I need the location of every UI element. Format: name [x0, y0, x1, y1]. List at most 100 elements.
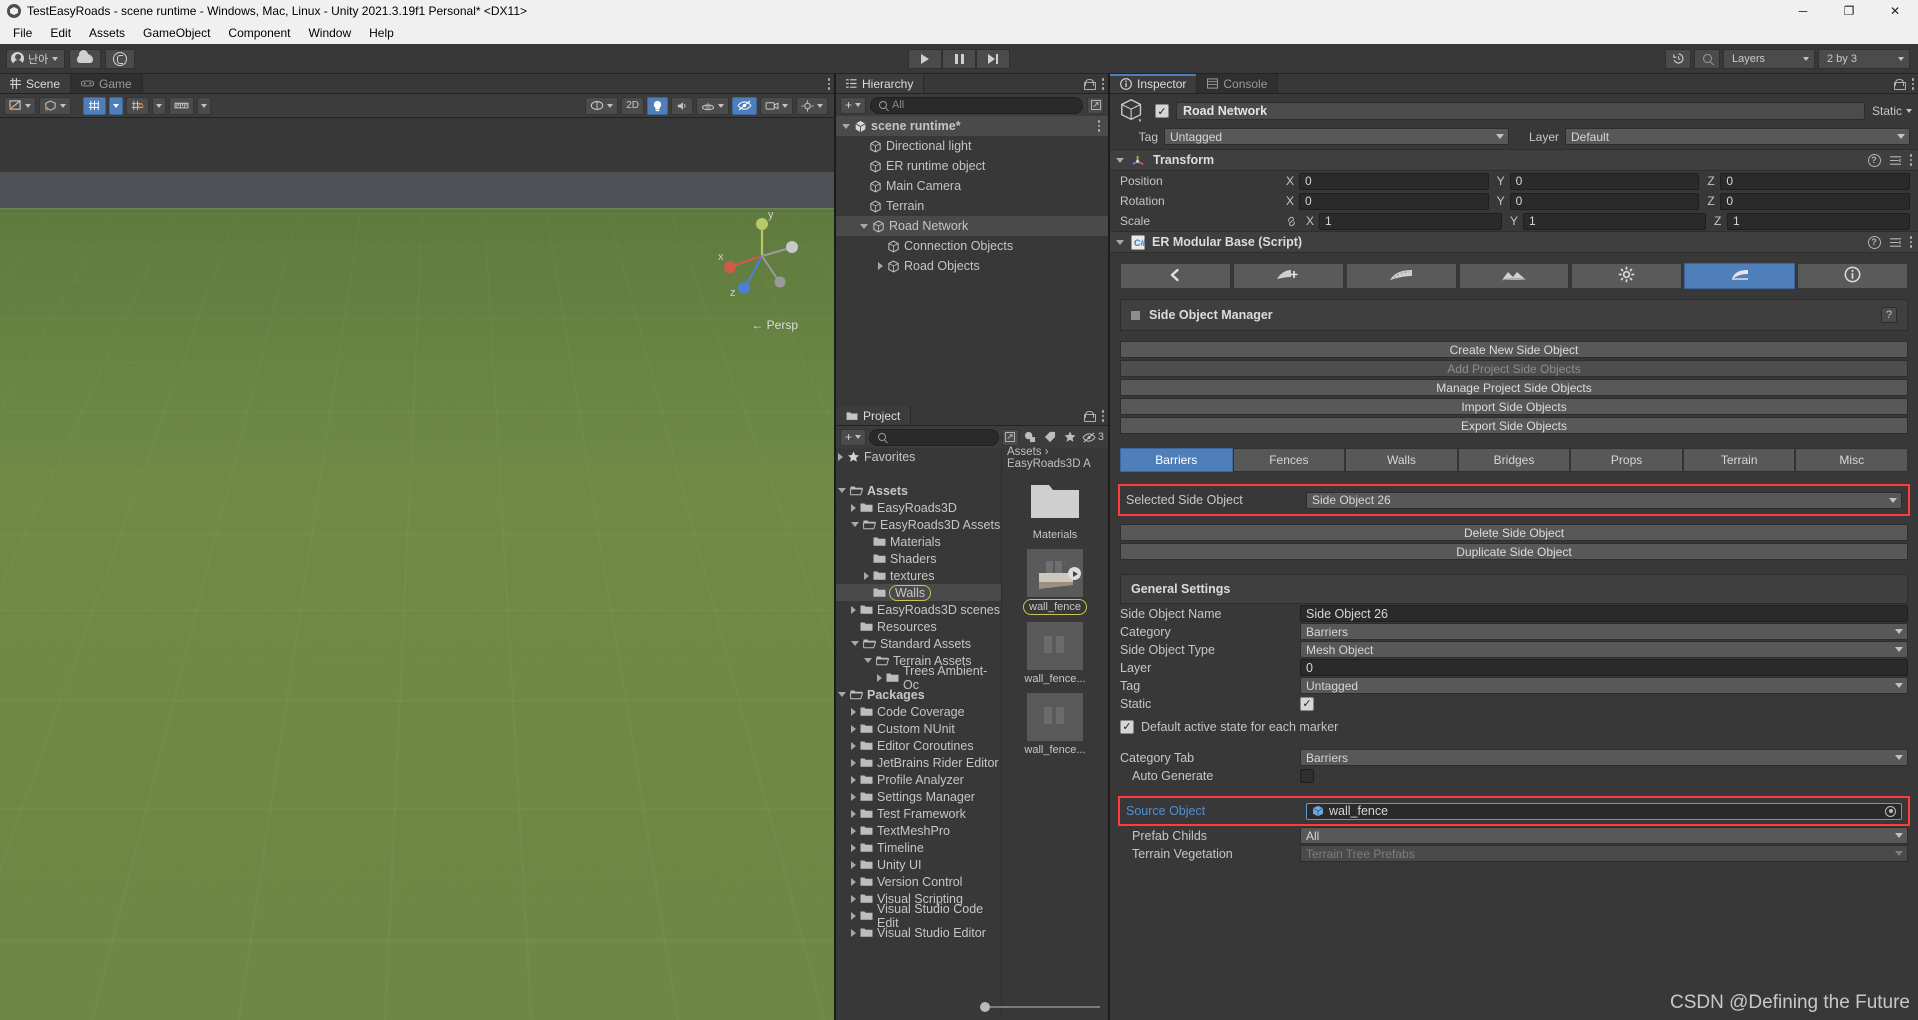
asset-tile-wall-fence[interactable]: wall_fence [1020, 549, 1090, 615]
expand-arrow-icon[interactable] [851, 877, 856, 886]
label-filter-button[interactable] [1042, 429, 1059, 446]
kebab-menu-icon[interactable] [1101, 410, 1104, 422]
category-tab-fences[interactable]: Fences [1232, 448, 1346, 472]
transform-scale-x[interactable]: X1 [1306, 212, 1502, 230]
layers-dropdown[interactable]: Layers [1723, 48, 1815, 69]
er-toolbar-info-icon[interactable] [1797, 263, 1909, 289]
project-folder-easyroads3d-scenes[interactable]: EasyRoads3D scenes [836, 601, 1001, 618]
hierarchy-item-er-runtime-object[interactable]: ER runtime object [836, 156, 1108, 176]
project-folder-materials[interactable]: Materials [836, 533, 1001, 550]
lock-icon[interactable] [1083, 78, 1096, 90]
asset-tile-wall-fence-[interactable]: wall_fence... [1020, 693, 1090, 756]
hidden-assets-indicator[interactable]: 3 [1082, 431, 1104, 443]
manage-project-side-objects-button[interactable]: Manage Project Side Objects [1120, 379, 1908, 396]
category-tab-misc[interactable]: Misc [1795, 448, 1909, 472]
project-folder-standard-assets[interactable]: Standard Assets [836, 635, 1001, 652]
tab-console[interactable]: Console [1197, 74, 1279, 93]
project-folder-tree[interactable]: Favorites Assets EasyRoads3D EasyRoads3D As… [836, 448, 1001, 1018]
expand-arrow-icon[interactable] [878, 262, 883, 270]
side-object-category-tabs[interactable]: Barriers Fences Walls Bridges Props Terrain Mi… [1120, 448, 1909, 472]
axis-input-y[interactable]: 1 [1523, 212, 1706, 230]
expand-arrow-icon[interactable] [851, 741, 856, 750]
axis-input-y[interactable]: 0 [1509, 172, 1700, 190]
project-folder-easyroads3d[interactable]: EasyRoads3D [836, 499, 1001, 516]
static-checkbox[interactable]: ✓ [1300, 696, 1314, 711]
scale-tool-button[interactable] [9, 346, 33, 368]
snap-increment-toggle[interactable] [126, 96, 149, 115]
project-folder-resources[interactable]: Resources [836, 618, 1001, 635]
collapse-arrow-icon[interactable] [1116, 239, 1124, 245]
expand-arrow-icon[interactable] [851, 826, 856, 835]
lock-icon[interactable] [1083, 410, 1096, 422]
tag-dropdown[interactable]: Untagged [1300, 677, 1908, 694]
expand-arrow-icon[interactable] [838, 692, 846, 697]
tab-hierarchy[interactable]: Hierarchy [836, 74, 925, 93]
gameobject-enabled-checkbox[interactable]: ✓ [1155, 104, 1169, 118]
layer-input[interactable]: 0 [1300, 659, 1908, 676]
tag-dropdown[interactable]: Untagged [1164, 128, 1509, 145]
project-folder-textures[interactable]: textures [836, 567, 1001, 584]
expand-arrow-icon[interactable] [851, 894, 856, 903]
expand-arrow-icon[interactable] [842, 123, 850, 129]
expand-arrow-icon[interactable] [877, 673, 882, 682]
transform-scale-y[interactable]: Y1 [1510, 212, 1706, 230]
side-object-name-input[interactable]: Side Object 26 [1300, 605, 1908, 622]
category-tab-bridges[interactable]: Bridges [1457, 448, 1571, 472]
hierarchy-add-button[interactable]: + [840, 96, 867, 114]
expand-arrow-icon[interactable] [864, 658, 872, 663]
expand-arrow-icon[interactable] [851, 503, 856, 512]
search-button[interactable] [1694, 48, 1720, 69]
project-expand-button[interactable] [1001, 428, 1019, 446]
static-toggle[interactable]: Static [1872, 104, 1912, 118]
er-modular-base-header[interactable]: C# ER Modular Base (Script) ? [1110, 231, 1918, 253]
project-folder-favorites[interactable]: Favorites [836, 448, 1001, 465]
axis-input-x[interactable]: 1 [1319, 212, 1502, 230]
project-folder-test-framework[interactable]: Test Framework [836, 805, 1001, 822]
tab-scene[interactable]: Scene [0, 74, 72, 93]
prefab-childs-dropdown[interactable]: All [1300, 827, 1908, 844]
default-active-checkbox[interactable]: ✓ [1120, 719, 1134, 734]
rect-tool-button[interactable] [9, 368, 33, 390]
gizmos-toggle[interactable] [796, 96, 828, 115]
scene-audio-toggle[interactable] [671, 96, 693, 115]
kebab-menu-icon[interactable] [1101, 78, 1104, 90]
play-button[interactable] [908, 48, 942, 69]
expand-arrow-icon[interactable] [851, 758, 856, 767]
expand-arrow-icon[interactable] [851, 911, 856, 920]
hand-tool-button[interactable] [9, 280, 33, 302]
kebab-menu-icon[interactable] [1911, 78, 1914, 90]
tab-project[interactable]: Project [836, 406, 912, 425]
expand-arrow-icon[interactable] [851, 724, 856, 733]
layer-dropdown[interactable]: Default [1565, 128, 1910, 145]
kebab-menu-icon[interactable] [1909, 154, 1912, 166]
expand-arrow-icon[interactable] [851, 928, 856, 937]
project-folder-version-control[interactable]: Version Control [836, 873, 1001, 890]
breadcrumb[interactable]: Assets › EasyRoads3D A [1002, 446, 1108, 470]
scene-lighting-toggle[interactable] [647, 96, 668, 115]
transform-rotation-y[interactable]: Y0 [1497, 192, 1700, 210]
asset-zoom-slider[interactable] [980, 1000, 1100, 1014]
draw-mode-dropdown[interactable] [39, 96, 71, 115]
project-folder-trees-ambient-oc[interactable]: Trees Ambient-Oc [836, 664, 1001, 692]
scene-camera-button[interactable] [760, 96, 793, 115]
ruler-toggle[interactable] [169, 96, 194, 115]
minimize-button[interactable]: ─ [1780, 0, 1826, 22]
transform-rotation-z[interactable]: Z0 [1707, 192, 1911, 210]
menu-item-gameobject[interactable]: GameObject [134, 24, 219, 42]
hierarchy-item-main-camera[interactable]: Main Camera [836, 176, 1108, 196]
object-picker-icon[interactable] [1885, 805, 1896, 817]
grid-snap-toggle[interactable] [83, 96, 106, 115]
cloud-services-button[interactable] [69, 48, 102, 69]
menu-item-file[interactable]: File [4, 24, 41, 42]
ruler-dropdown[interactable] [197, 96, 211, 115]
import-side-objects-button[interactable]: Import Side Objects [1120, 398, 1908, 415]
source-object-label[interactable]: Source Object [1126, 804, 1306, 818]
help-icon[interactable]: ? [1867, 235, 1881, 249]
project-folder-profile-analyzer[interactable]: Profile Analyzer [836, 771, 1001, 788]
tab-game[interactable]: Game [71, 74, 143, 93]
hierarchy-item-road-objects[interactable]: Road Objects [836, 256, 1108, 276]
axis-input-x[interactable]: 0 [1299, 192, 1489, 210]
project-add-button[interactable]: + [840, 428, 867, 446]
er-toolbar-terrain-icon[interactable] [1458, 263, 1570, 289]
layout-dropdown[interactable]: 2 by 3 [1818, 48, 1910, 69]
